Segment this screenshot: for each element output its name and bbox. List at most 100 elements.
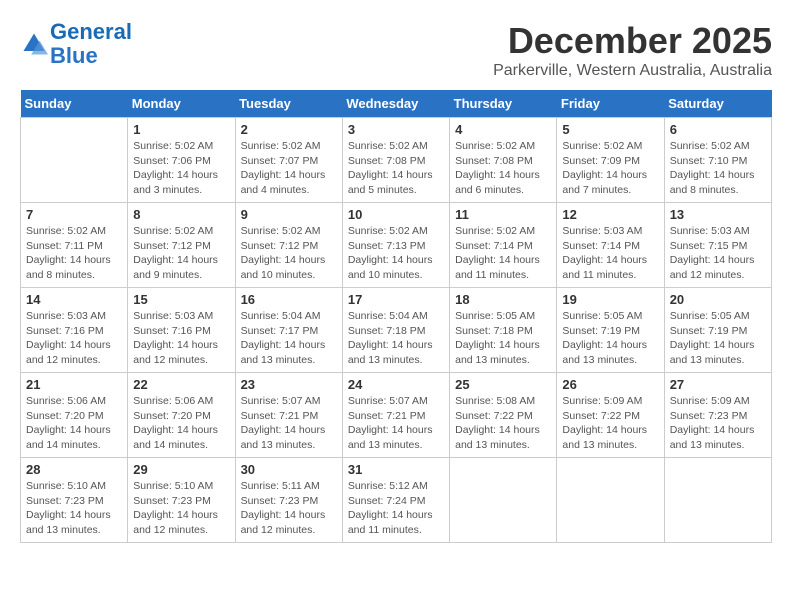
day-info: Sunrise: 5:02 AMSunset: 7:14 PMDaylight:… [455,224,551,283]
day-number: 11 [455,207,551,222]
calendar-cell: 26 Sunrise: 5:09 AMSunset: 7:22 PMDayligh… [557,373,664,458]
day-number: 26 [562,377,658,392]
day-info: Sunrise: 5:03 AMSunset: 7:15 PMDaylight:… [670,224,766,283]
day-info: Sunrise: 5:03 AMSunset: 7:16 PMDaylight:… [26,309,122,368]
day-info: Sunrise: 5:11 AMSunset: 7:23 PMDaylight:… [241,479,337,538]
day-info: Sunrise: 5:06 AMSunset: 7:20 PMDaylight:… [133,394,229,453]
day-number: 20 [670,292,766,307]
day-number: 30 [241,462,337,477]
calendar-cell [450,458,557,543]
calendar-cell [664,458,771,543]
day-number: 22 [133,377,229,392]
calendar-cell: 21Sunrise: 5:06 AMSunset: 7:20 PMDayligh… [21,373,128,458]
day-info: Sunrise: 5:02 AMSunset: 7:10 PMDaylight:… [670,139,766,198]
day-number: 1 [133,122,229,137]
calendar-cell: 15 Sunrise: 5:03 AMSunset: 7:16 PMDayligh… [128,288,235,373]
calendar-cell: 20Sunrise: 5:05 AMSunset: 7:19 PMDayligh… [664,288,771,373]
day-info: Sunrise: 5:02 AMSunset: 7:08 PMDaylight:… [348,139,444,198]
logo-line1: General [50,19,132,44]
day-info: Sunrise: 5:02 AMSunset: 7:09 PMDaylight:… [562,139,658,198]
day-info: Sunrise: 5:03 AMSunset: 7:16 PMDaylight:… [133,309,229,368]
calendar-cell [21,118,128,203]
calendar-cell: 4 Sunrise: 5:02 AMSunset: 7:08 PMDaylight… [450,118,557,203]
day-info: Sunrise: 5:05 AMSunset: 7:18 PMDaylight:… [455,309,551,368]
calendar-cell: 16 Sunrise: 5:04 AMSunset: 7:17 PMDayligh… [235,288,342,373]
day-info: Sunrise: 5:02 AMSunset: 7:12 PMDaylight:… [133,224,229,283]
day-number: 25 [455,377,551,392]
calendar-cell: 18 Sunrise: 5:05 AMSunset: 7:18 PMDayligh… [450,288,557,373]
day-info: Sunrise: 5:10 AMSunset: 7:23 PMDaylight:… [26,479,122,538]
calendar-cell: 10 Sunrise: 5:02 AMSunset: 7:13 PMDayligh… [342,203,449,288]
calendar-cell: 6 Sunrise: 5:02 AMSunset: 7:10 PMDaylight… [664,118,771,203]
day-number: 21 [26,377,122,392]
calendar-cell: 28 Sunrise: 5:10 AMSunset: 7:23 PMDayligh… [21,458,128,543]
calendar-cell: 13Sunrise: 5:03 AMSunset: 7:15 PMDayligh… [664,203,771,288]
day-number: 27 [670,377,766,392]
weekday-header-row: SundayMondayTuesdayWednesdayThursdayFrid… [21,90,772,118]
day-number: 5 [562,122,658,137]
calendar-cell: 12Sunrise: 5:03 AMSunset: 7:14 PMDayligh… [557,203,664,288]
calendar-cell: 1 Sunrise: 5:02 AMSunset: 7:06 PMDaylight… [128,118,235,203]
calendar-cell: 27 Sunrise: 5:09 AMSunset: 7:23 PMDayligh… [664,373,771,458]
day-info: Sunrise: 5:05 AMSunset: 7:19 PMDaylight:… [562,309,658,368]
calendar-cell: 2Sunrise: 5:02 AMSunset: 7:07 PMDaylight… [235,118,342,203]
day-info: Sunrise: 5:02 AMSunset: 7:06 PMDaylight:… [133,139,229,198]
week-row-4: 21 Sunrise: 5:06 AMSunset: 7:20 PMDayligh… [21,373,772,458]
weekday-header-wednesday: Wednesday [342,90,449,118]
day-info: Sunrise: 5:07 AMSunset: 7:21 PMDaylight:… [241,394,337,453]
logo-line2: Blue [50,43,98,68]
day-number: 24 [348,377,444,392]
logo: General Blue [20,20,132,68]
day-info: Sunrise: 5:12 AMSunset: 7:24 PMDaylight:… [348,479,444,538]
day-info: Sunrise: 5:03 AMSunset: 7:14 PMDaylight:… [562,224,658,283]
calendar-cell: 19 Sunrise: 5:05 AMSunset: 7:19 PMDayligh… [557,288,664,373]
day-info: Sunrise: 5:09 AMSunset: 7:22 PMDaylight:… [562,394,658,453]
day-info: Sunrise: 5:09 AMSunset: 7:23 PMDaylight:… [670,394,766,453]
day-number: 17 [348,292,444,307]
day-info: Sunrise: 5:08 AMSunset: 7:22 PMDaylight:… [455,394,551,453]
day-number: 7 [26,207,122,222]
day-number: 14 [26,292,122,307]
weekday-header-sunday: Sunday [21,90,128,118]
calendar-cell: 7Sunrise: 5:02 AMSunset: 7:11 PMDaylight… [21,203,128,288]
weekday-header-friday: Friday [557,90,664,118]
calendar-cell: 3Sunrise: 5:02 AMSunset: 7:08 PMDaylight… [342,118,449,203]
week-row-3: 14 Sunrise: 5:03 AMSunset: 7:16 PMDayligh… [21,288,772,373]
day-number: 19 [562,292,658,307]
day-info: Sunrise: 5:10 AMSunset: 7:23 PMDaylight:… [133,479,229,538]
day-number: 15 [133,292,229,307]
calendar-cell: 25 Sunrise: 5:08 AMSunset: 7:22 PMDayligh… [450,373,557,458]
calendar-cell: 9 Sunrise: 5:02 AMSunset: 7:12 PMDaylight… [235,203,342,288]
week-row-5: 28 Sunrise: 5:10 AMSunset: 7:23 PMDayligh… [21,458,772,543]
day-info: Sunrise: 5:02 AMSunset: 7:12 PMDaylight:… [241,224,337,283]
day-number: 31 [348,462,444,477]
day-number: 6 [670,122,766,137]
day-info: Sunrise: 5:02 AMSunset: 7:08 PMDaylight:… [455,139,551,198]
day-number: 23 [241,377,337,392]
day-number: 8 [133,207,229,222]
calendar-header: SundayMondayTuesdayWednesdayThursdayFrid… [21,90,772,118]
week-row-2: 7Sunrise: 5:02 AMSunset: 7:11 PMDaylight… [21,203,772,288]
week-row-1: 1 Sunrise: 5:02 AMSunset: 7:06 PMDaylight… [21,118,772,203]
page-header: General Blue December 2025 Parkerville, … [20,20,772,80]
day-number: 4 [455,122,551,137]
day-info: Sunrise: 5:04 AMSunset: 7:17 PMDaylight:… [241,309,337,368]
day-number: 29 [133,462,229,477]
day-number: 10 [348,207,444,222]
weekday-header-monday: Monday [128,90,235,118]
weekday-header-saturday: Saturday [664,90,771,118]
day-info: Sunrise: 5:02 AMSunset: 7:13 PMDaylight:… [348,224,444,283]
day-number: 18 [455,292,551,307]
calendar-cell: 11 Sunrise: 5:02 AMSunset: 7:14 PMDayligh… [450,203,557,288]
weekday-header-thursday: Thursday [450,90,557,118]
title-area: December 2025 Parkerville, Western Austr… [493,20,772,80]
day-info: Sunrise: 5:07 AMSunset: 7:21 PMDaylight:… [348,394,444,453]
weekday-header-tuesday: Tuesday [235,90,342,118]
calendar-cell: 22 Sunrise: 5:06 AMSunset: 7:20 PMDayligh… [128,373,235,458]
day-number: 28 [26,462,122,477]
day-number: 16 [241,292,337,307]
day-number: 9 [241,207,337,222]
calendar-cell: 24 Sunrise: 5:07 AMSunset: 7:21 PMDayligh… [342,373,449,458]
logo-text: General Blue [50,20,132,68]
location-title: Parkerville, Western Australia, Australi… [493,62,772,80]
